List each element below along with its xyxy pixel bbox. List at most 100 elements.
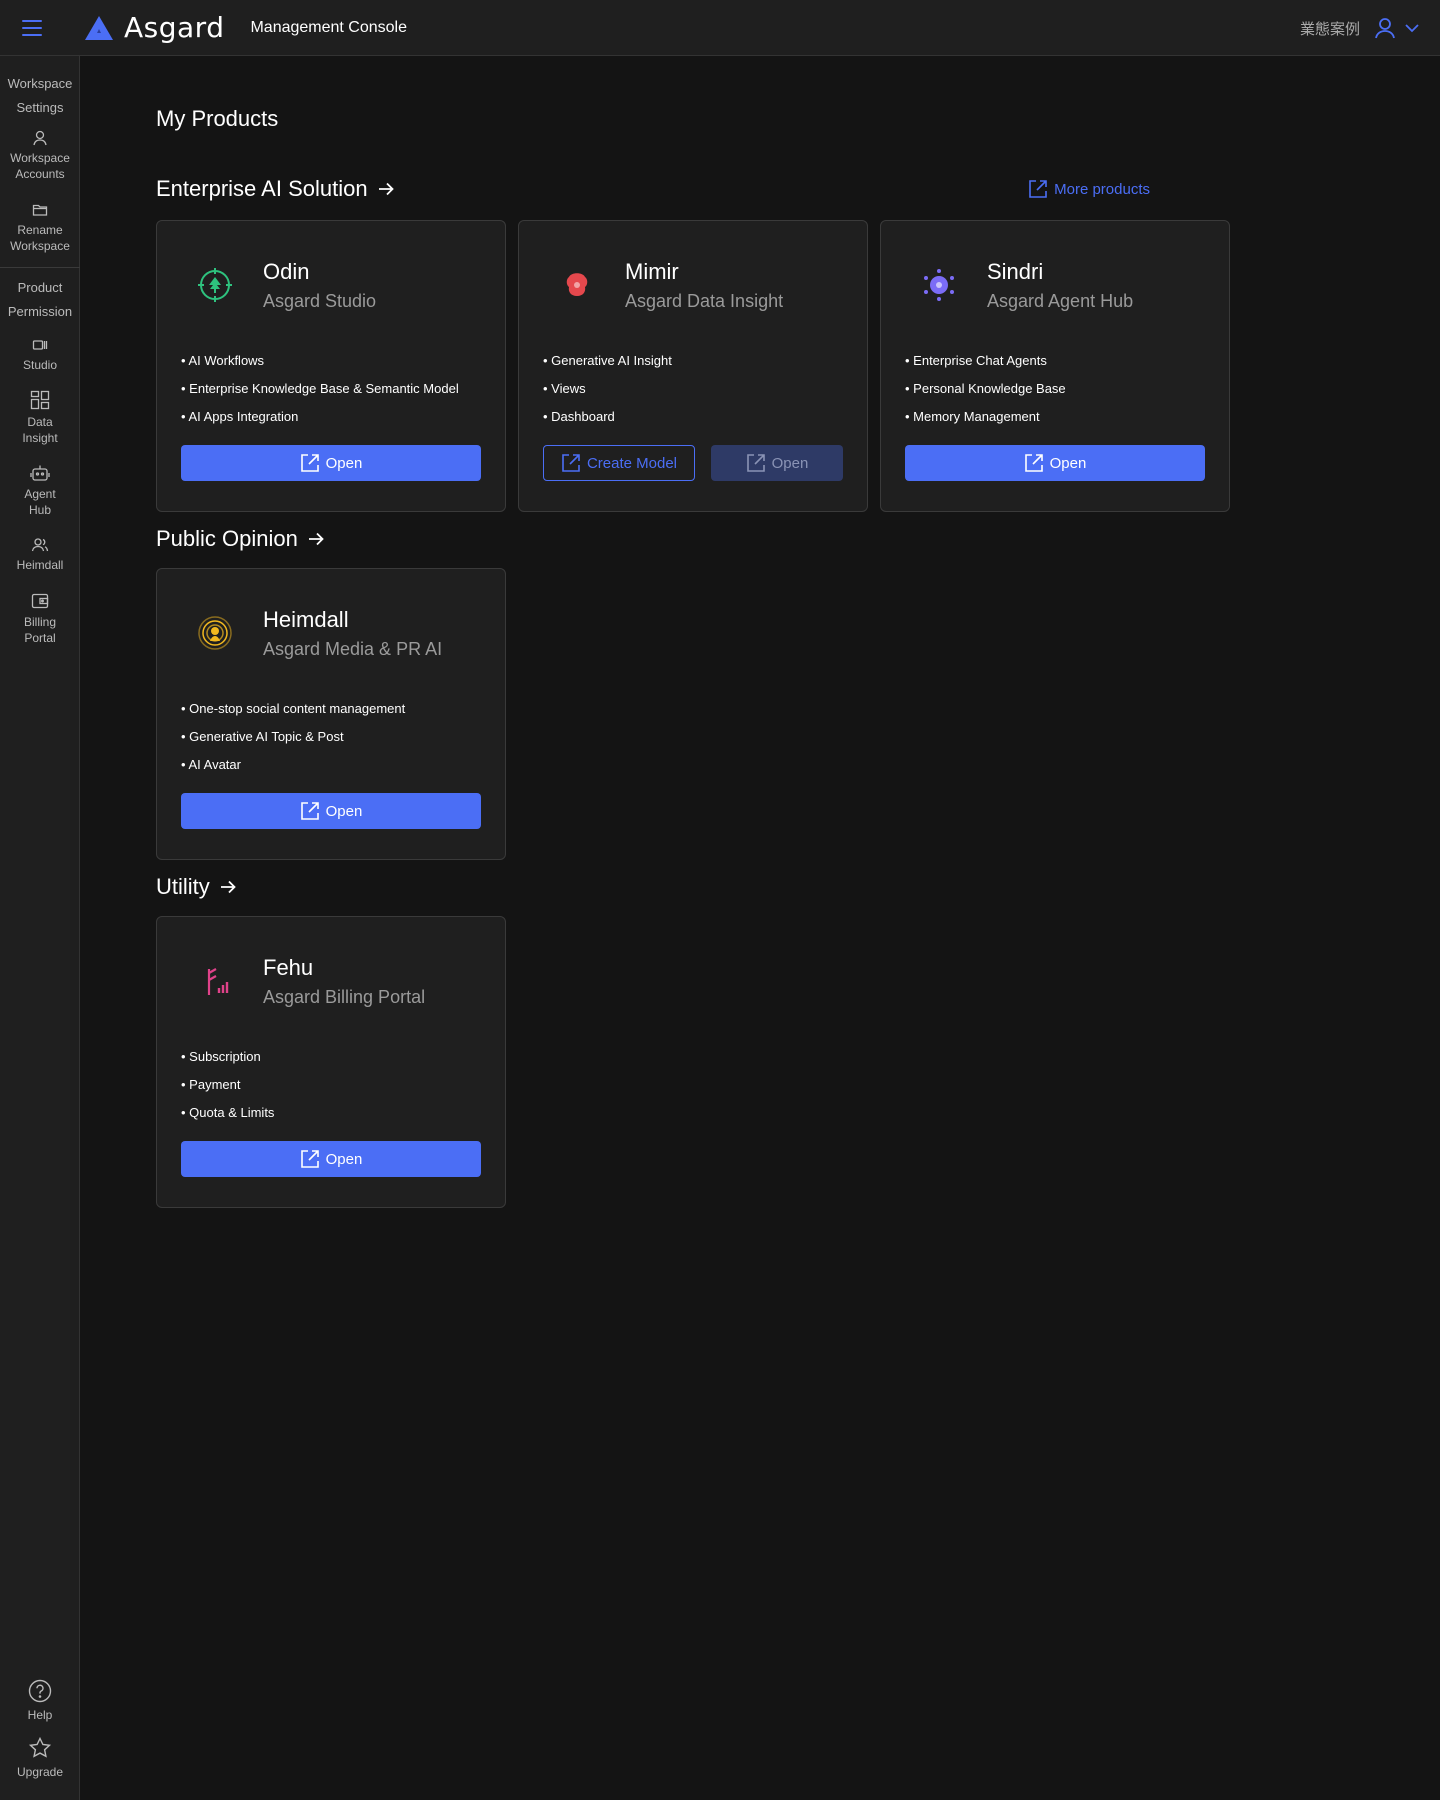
open-button-disabled[interactable]: Open <box>711 445 843 481</box>
section-title-text: Public Opinion <box>156 526 298 551</box>
mimir-logo-icon <box>566 273 588 296</box>
product-card-mimir: Mimir Asgard Data Insight Generative AI … <box>518 220 868 512</box>
feature-item: Dashboard <box>543 403 672 431</box>
page-title: My Products <box>156 106 279 131</box>
asgard-logo-icon <box>85 15 113 40</box>
sidebar-item-label: Agent <box>24 487 56 501</box>
feature-item: Subscription <box>181 1043 274 1071</box>
feature-list: One-stop social content management Gener… <box>181 695 405 779</box>
menu-icon[interactable] <box>22 0 66 56</box>
open-button-label: Open <box>1049 454 1087 472</box>
feature-item: One-stop social content management <box>181 695 405 723</box>
product-subtitle: Asgard Media & PR AI <box>263 639 443 659</box>
arrow-right-icon <box>308 532 324 546</box>
sidebar-group-label-line: Workspace <box>7 76 73 91</box>
feature-item: Enterprise Chat Agents <box>905 347 1066 375</box>
arrow-right-icon <box>378 182 394 196</box>
star-icon <box>28 1736 52 1758</box>
user-menu[interactable] <box>1374 17 1420 39</box>
product-card-fehu: Fehu Asgard Billing Portal Subscription … <box>156 916 506 1208</box>
sidebar-item-heimdall[interactable]: Heimdall <box>0 537 80 573</box>
product-name: Heimdall <box>263 607 349 632</box>
feature-list: Enterprise Chat Agents Personal Knowledg… <box>905 347 1066 431</box>
sidebar-item-workspace-accounts[interactable]: Workspace Accounts <box>0 130 80 182</box>
help-icon <box>28 1679 52 1703</box>
open-button-label: Open <box>325 802 363 820</box>
sidebar-item-data-insight[interactable]: Data Insight <box>0 390 80 446</box>
external-link-icon <box>1029 180 1047 198</box>
sidebar-item-rename-workspace[interactable]: Rename Workspace <box>0 202 80 254</box>
sidebar-group-workspace-settings: Workspace Settings <box>0 72 80 120</box>
external-link-icon <box>746 454 765 472</box>
sidebar-item-label: Upgrade <box>16 1765 64 1779</box>
open-button[interactable]: Open <box>181 445 481 481</box>
product-subtitle: Asgard Billing Portal <box>263 987 426 1007</box>
external-link-icon <box>300 454 319 472</box>
sidebar-group-label-line: Product <box>17 280 63 295</box>
open-button[interactable]: Open <box>181 1141 481 1177</box>
sidebar-item-studio[interactable]: Studio <box>0 337 80 373</box>
external-link-icon <box>562 454 580 472</box>
external-link-icon <box>1024 454 1043 472</box>
sidebar-item-help[interactable]: Help <box>0 1679 80 1723</box>
wallet-icon <box>31 593 49 609</box>
sidebar-item-label: Studio <box>22 358 58 372</box>
product-name: Sindri <box>987 259 1044 284</box>
feature-item: AI Avatar <box>181 751 405 779</box>
sidebar-item-billing-portal[interactable]: Billing Portal <box>0 592 80 646</box>
product-name: Odin <box>263 259 310 284</box>
feature-item: Quota & Limits <box>181 1099 274 1127</box>
sidebar-group-label-line: Settings <box>16 100 64 115</box>
user-icon <box>1375 18 1395 39</box>
sidebar-item-upgrade[interactable]: Upgrade <box>0 1736 80 1780</box>
open-button[interactable]: Open <box>905 445 1205 481</box>
feature-item: Personal Knowledge Base <box>905 375 1066 403</box>
open-button-label: Open <box>325 454 363 472</box>
feature-list: Generative AI Insight Views Dashboard <box>543 347 672 431</box>
sidebar-item-label: Data <box>27 415 53 429</box>
sidebar-divider <box>0 267 80 268</box>
section-title-text: Enterprise AI Solution <box>156 176 368 201</box>
external-link-icon <box>300 1150 319 1168</box>
arrow-right-icon <box>220 880 236 894</box>
product-name: Mimir <box>625 259 679 284</box>
more-products-label: More products <box>1054 180 1150 198</box>
product-subtitle: Asgard Data Insight <box>625 291 784 311</box>
feature-item: Generative AI Insight <box>543 347 672 375</box>
sidebar-item-label: Help <box>27 1708 53 1722</box>
dashboard-icon <box>30 390 50 410</box>
odin-logo-icon <box>198 268 232 302</box>
sidebar: Workspace Settings Workspace Accounts Re… <box>0 56 80 1800</box>
studio-icon <box>32 340 48 350</box>
feature-item: Generative AI Topic & Post <box>181 723 405 751</box>
folder-icon <box>32 204 48 216</box>
product-card-sindri: Sindri Asgard Agent Hub Enterprise Chat … <box>880 220 1230 512</box>
console-title: Management Console <box>250 18 408 36</box>
create-model-button[interactable]: Create Model <box>543 445 695 481</box>
sidebar-item-label: Portal <box>24 631 56 645</box>
product-card-heimdall: Heimdall Asgard Media & PR AI One-stop s… <box>156 568 506 860</box>
sidebar-item-agent-hub[interactable]: Agent Hub <box>0 464 80 518</box>
section-public-opinion[interactable]: Public Opinion <box>156 526 326 552</box>
robot-icon <box>30 465 50 481</box>
create-model-label: Create Model <box>586 454 678 472</box>
feature-item: Payment <box>181 1071 274 1099</box>
top-bar: Asgard Management Console 業態案例 <box>0 0 1440 56</box>
sindri-logo-icon <box>924 269 954 301</box>
product-name: Fehu <box>263 955 314 980</box>
feature-item: Views <box>543 375 672 403</box>
more-products-link[interactable]: More products <box>1028 179 1150 199</box>
feature-item: Enterprise Knowledge Base & Semantic Mod… <box>181 375 459 403</box>
brand[interactable]: Asgard <box>84 11 224 44</box>
section-utility[interactable]: Utility <box>156 874 238 900</box>
sidebar-item-label: Billing <box>23 615 56 629</box>
product-subtitle: Asgard Studio <box>263 291 377 311</box>
feature-list: Subscription Payment Quota & Limits <box>181 1043 274 1127</box>
product-subtitle: Asgard Agent Hub <box>987 291 1134 311</box>
section-enterprise-ai-solution[interactable]: Enterprise AI Solution <box>156 176 396 202</box>
open-button[interactable]: Open <box>181 793 481 829</box>
external-link-icon <box>300 802 319 820</box>
case-link[interactable]: 業態案例 <box>1300 18 1360 39</box>
heimdall-logo-icon <box>198 616 232 650</box>
user-icon <box>33 130 47 146</box>
